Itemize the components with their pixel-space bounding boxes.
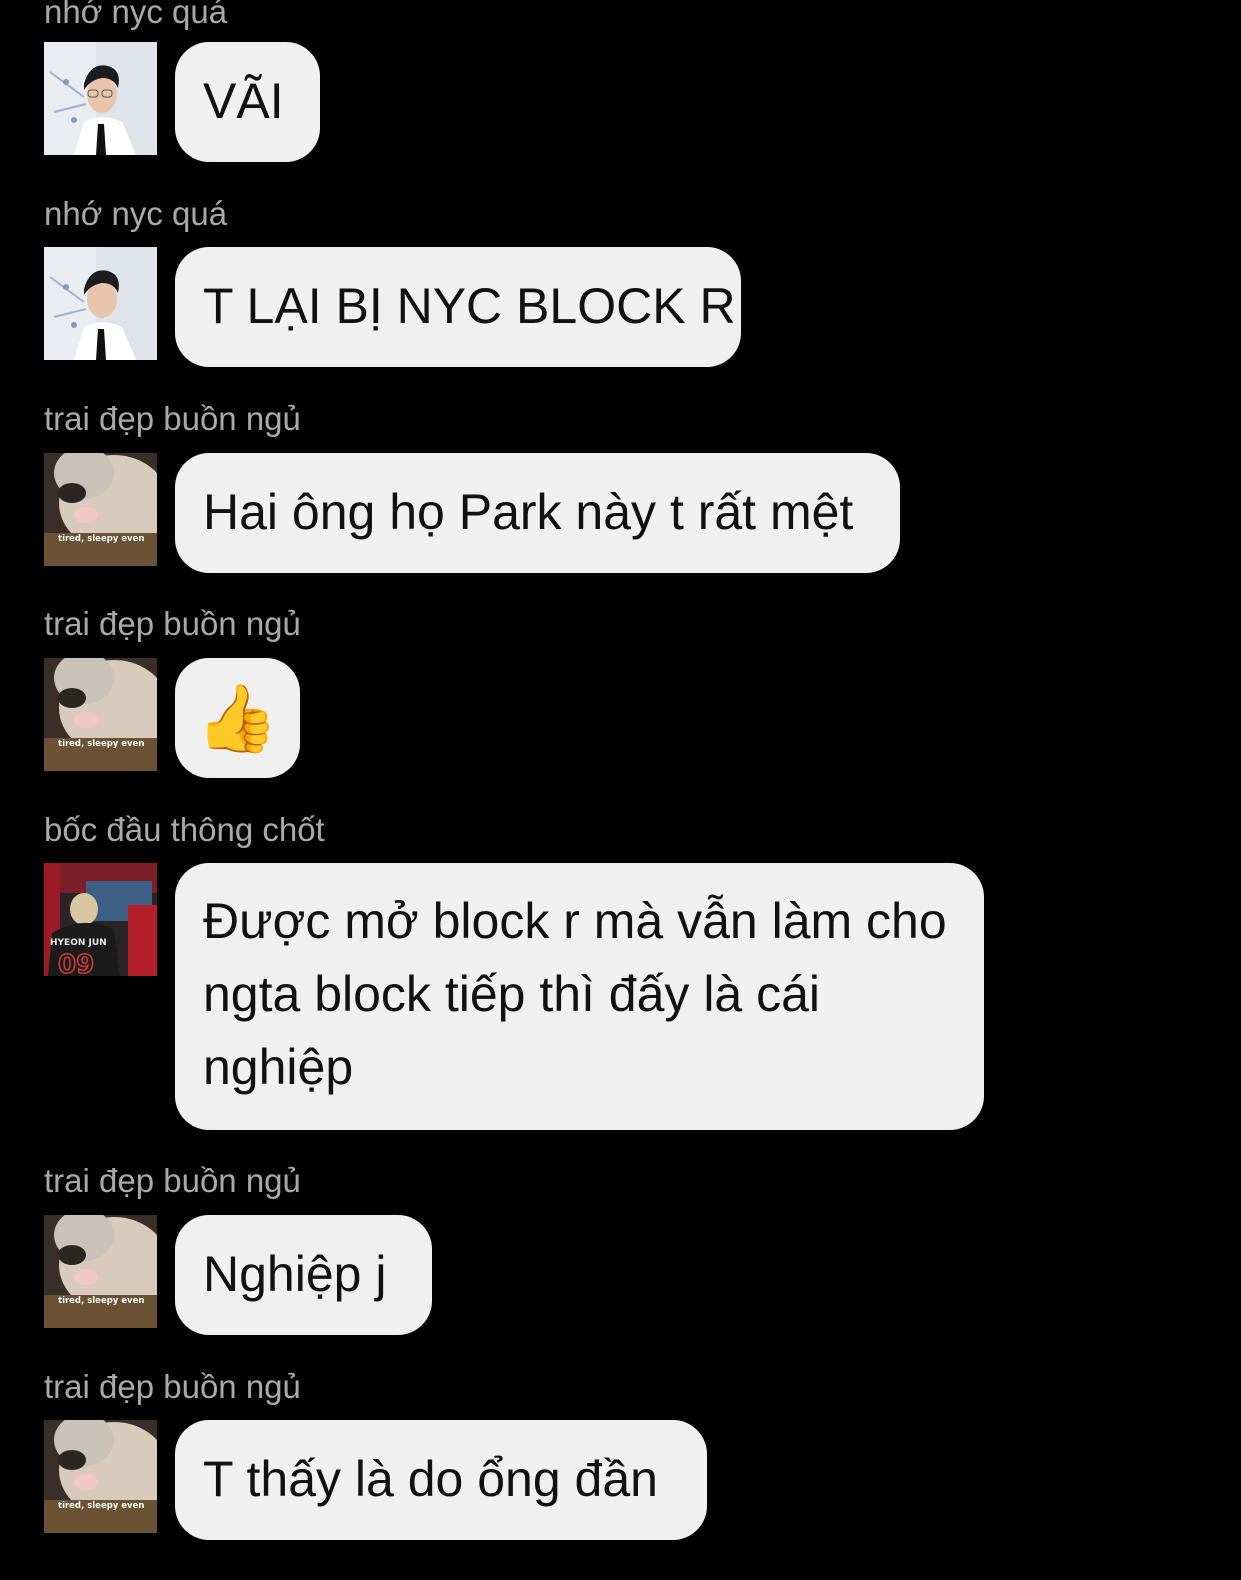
message-bubble[interactable]: T LẠI BỊ NYC BLOCK R	[175, 247, 741, 367]
sender-name: nhớ nyc quá	[44, 0, 228, 30]
message-text: T LẠI BỊ NYC BLOCK R	[203, 278, 736, 334]
avatar-man-in-suit[interactable]	[44, 247, 157, 360]
message-bubble[interactable]: Được mở block r mà vẫn làm cho ngta bloc…	[175, 863, 984, 1130]
message-bubble[interactable]: Nghiệp j	[175, 1215, 432, 1335]
avatar-jersey-09[interactable]: HYEON JUN 09	[44, 863, 157, 976]
message-bubble[interactable]: T thấy là do ổng đần	[175, 1420, 707, 1540]
thumbs-up-icon: 👍	[196, 680, 279, 755]
avatar-caption: tired, sleepy even	[58, 1501, 144, 1511]
message-text: Hai ông họ Park này t rất mệt	[203, 484, 854, 540]
avatar-caption: tired, sleepy even	[58, 739, 144, 749]
avatar-caption: tired, sleepy even	[58, 534, 144, 544]
message-text: T thấy là do ổng đần	[203, 1451, 658, 1507]
sender-name: trai đẹp buồn ngủ	[44, 605, 301, 642]
message-bubble[interactable]: VÃI	[175, 42, 320, 162]
jersey-number: 09	[58, 950, 94, 976]
sender-name: bốc đầu thông chốt	[44, 811, 325, 848]
chat-thread: nhớ nyc quá VÃI nhớ nyc quá T LẠI BỊ NYC…	[0, 0, 1241, 1580]
sender-name: trai đẹp buồn ngủ	[44, 1368, 301, 1405]
avatar-man-in-suit[interactable]	[44, 42, 157, 155]
message-bubble[interactable]: 👍	[175, 658, 300, 778]
message-text: VÃI	[203, 73, 284, 129]
avatar-sleepy-cat[interactable]: tired, sleepy even	[44, 1420, 157, 1533]
avatar-sleepy-cat[interactable]: tired, sleepy even	[44, 453, 157, 566]
sender-name: trai đẹp buồn ngủ	[44, 400, 301, 437]
avatar-sleepy-cat[interactable]: tired, sleepy even	[44, 658, 157, 771]
sender-name: nhớ nyc quá	[44, 195, 228, 232]
sender-name: trai đẹp buồn ngủ	[44, 1162, 301, 1199]
message-bubble[interactable]: Hai ông họ Park này t rất mệt	[175, 453, 900, 573]
avatar-sleepy-cat[interactable]: tired, sleepy even	[44, 1215, 157, 1328]
jersey-name: HYEON JUN	[50, 938, 107, 948]
message-text: Được mở block r mà vẫn làm cho ngta bloc…	[203, 893, 947, 1095]
avatar-caption: tired, sleepy even	[58, 1296, 144, 1306]
message-text: Nghiệp j	[203, 1246, 387, 1302]
